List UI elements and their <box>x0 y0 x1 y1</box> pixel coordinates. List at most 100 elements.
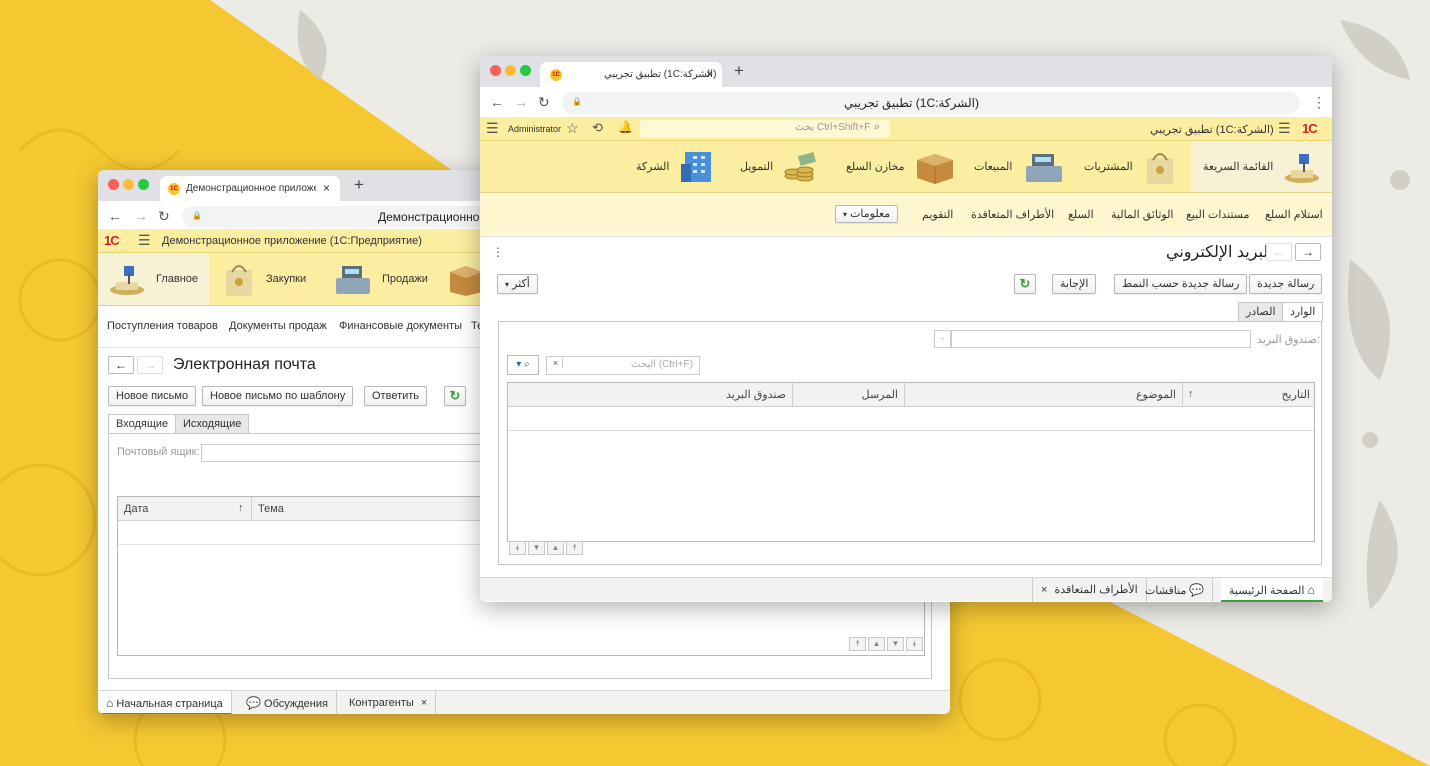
new-tab-button[interactable]: + <box>734 61 744 81</box>
back-nav-button[interactable]: ← <box>108 356 134 374</box>
section-warehouse[interactable]: مخازن السلع <box>846 141 955 192</box>
table-search-field[interactable]: × البحث (Ctrl+F) <box>546 356 700 375</box>
mailbox-clear-button[interactable]: - <box>934 330 951 348</box>
forward-nav-button[interactable]: → <box>137 356 163 374</box>
scroll-up-button[interactable]: ▲ <box>868 637 885 651</box>
command-calendar[interactable]: التقويم <box>922 208 953 221</box>
section-quick-menu[interactable]: القائمة السريعة <box>1191 141 1332 192</box>
command-counterparties[interactable]: الأطراف المتعاقدة <box>971 208 1054 221</box>
home-tab-label: الصفحة الرئيسية <box>1229 585 1305 597</box>
reload-icon[interactable]: ↻ <box>158 208 170 225</box>
close-window-button[interactable] <box>490 65 501 76</box>
new-by-template-button[interactable]: Новое письмо по шаблону <box>202 386 354 406</box>
column-mailbox[interactable]: صندوق البريد <box>508 383 792 407</box>
mailbox-field[interactable] <box>201 444 501 462</box>
app-header: ☰ Administrator ☆ ⟲ 🔔 بحث Ctrl+Shift+F ⌕… <box>480 117 1332 141</box>
section-purchases[interactable]: Закупки <box>222 253 306 305</box>
forward-nav-button[interactable]: → <box>1295 243 1321 261</box>
section-sales[interactable]: Продажи <box>332 253 428 305</box>
history-icon[interactable]: ⟲ <box>592 120 603 136</box>
favorites-star-icon[interactable]: ☆ <box>566 120 579 137</box>
column-date[interactable]: التاريخ <box>1182 383 1316 407</box>
scroll-top-button[interactable]: ⯭ <box>566 541 583 555</box>
new-by-template-button[interactable]: رسالة جديدة حسب النمط <box>1114 274 1248 294</box>
tab-home-page[interactable]: ⌂ Начальная страница <box>98 691 232 714</box>
scroll-up-button[interactable]: ▲ <box>547 541 564 555</box>
close-tab-icon[interactable]: × <box>421 697 427 709</box>
reload-icon[interactable]: ↻ <box>538 94 550 111</box>
command-financial-documents[interactable]: Финансовые документы <box>339 320 462 332</box>
close-window-button[interactable] <box>108 179 119 190</box>
tab-discussions[interactable]: مناقشات 💬 <box>1137 578 1214 602</box>
command-sales-documents[interactable]: Документы продаж <box>229 320 327 332</box>
notifications-bell-icon[interactable]: 🔔 <box>618 120 633 134</box>
address-bar[interactable]: 🔒 تطبيق تجريبي (1C:الشركة) <box>562 92 1300 114</box>
back-nav-button[interactable]: ← <box>1266 243 1292 261</box>
tab-incoming[interactable]: Входящие <box>108 414 177 434</box>
section-main[interactable]: Главное <box>98 253 210 305</box>
forward-arrow-icon[interactable]: → <box>134 208 148 224</box>
close-tab-icon[interactable]: × <box>1041 584 1047 596</box>
more-label: أكثر <box>512 278 530 290</box>
scroll-top-button[interactable]: ⯭ <box>849 637 866 651</box>
clear-search-icon[interactable]: × <box>549 358 563 368</box>
maximize-window-button[interactable] <box>138 179 149 190</box>
tab-incoming[interactable]: الوارد <box>1282 302 1324 322</box>
browser-tab[interactable]: 1C Демонстрационное приложе × <box>160 176 340 201</box>
mailbox-field[interactable] <box>951 330 1251 348</box>
forward-arrow-icon[interactable]: → <box>514 94 528 110</box>
tab-outgoing[interactable]: Исходящие <box>175 414 250 434</box>
new-letter-button[interactable]: رسالة جديدة <box>1249 274 1323 294</box>
table-row[interactable] <box>508 407 1314 431</box>
command-goods[interactable]: السلع <box>1068 208 1094 221</box>
scroll-down-button[interactable]: ▼ <box>528 541 545 555</box>
hamburger-menu-icon[interactable]: ☰ <box>1278 120 1291 137</box>
maximize-window-button[interactable] <box>520 65 531 76</box>
close-tab-icon[interactable]: × <box>706 67 713 81</box>
scroll-bottom-button[interactable]: ⯯ <box>906 637 923 651</box>
section-sales[interactable]: المبيعات <box>974 141 1064 192</box>
column-date[interactable]: Дата <box>118 497 251 521</box>
scroll-down-button[interactable]: ▼ <box>887 637 904 651</box>
reply-button[interactable]: الإجابة <box>1052 274 1097 294</box>
user-name[interactable]: Administrator <box>508 124 561 134</box>
close-tab-icon[interactable]: × <box>323 181 330 195</box>
hamburger-menu-icon[interactable]: ☰ <box>138 232 151 249</box>
column-subject[interactable]: الموضوع <box>904 383 1182 407</box>
form-more-actions-icon[interactable]: ⋮ <box>492 245 504 259</box>
desktop-background: 1C Демонстрационное приложе × + ← → ↻ 🔒 … <box>0 0 1430 766</box>
back-arrow-icon[interactable]: ← <box>108 208 122 224</box>
reply-button[interactable]: Ответить <box>364 386 428 406</box>
refresh-icon[interactable]: ↻ <box>444 386 466 406</box>
command-goods-receipt[interactable]: استلام السلع <box>1265 208 1323 221</box>
section-purchases[interactable]: المشتريات <box>1084 141 1177 192</box>
refresh-icon[interactable]: ↻ <box>1014 274 1036 294</box>
search-options-button[interactable]: ▾ ⌕ <box>507 355 539 375</box>
command-goods-receipt[interactable]: Поступления товаров <box>107 320 218 332</box>
back-arrow-icon[interactable]: ← <box>490 94 504 110</box>
section-finance[interactable]: التمويل <box>740 141 819 192</box>
tab-home-page[interactable]: الصفحة الرئيسية ⌂ <box>1221 578 1323 602</box>
functions-menu-icon[interactable]: ☰ <box>486 120 499 137</box>
counterparties-tab-label: Контрагенты <box>349 697 414 709</box>
more-button[interactable]: ▾ أكثر <box>497 274 538 294</box>
browser-tab[interactable]: 1C تطبيق تجريبي (1C:الشركة) × <box>540 62 722 87</box>
section-company[interactable]: الشركة <box>636 141 715 192</box>
minimize-window-button[interactable] <box>505 65 516 76</box>
global-search-field[interactable]: بحث Ctrl+Shift+F ⌕ <box>640 120 890 138</box>
new-tab-button[interactable]: + <box>354 175 364 195</box>
tab-discussions[interactable]: 💬 Обсуждения <box>238 691 337 714</box>
new-letter-button[interactable]: Новое письмо <box>108 386 197 406</box>
info-menu-button[interactable]: ▾ معلومات <box>835 205 899 223</box>
tab-counterparties[interactable]: Контрагенты × <box>341 691 437 714</box>
section-warehouse-partial[interactable] <box>448 253 484 305</box>
table-header: صندوق البريد المرسل الموضوع التاريخ ↑ <box>508 383 1314 407</box>
column-sender[interactable]: المرسل <box>792 383 904 407</box>
command-financial-documents[interactable]: الوثائق المالية <box>1111 208 1173 221</box>
tab-outgoing[interactable]: الصادر <box>1238 302 1284 322</box>
tab-counterparties[interactable]: × الأطراف المتعاقدة <box>1032 578 1147 602</box>
browser-menu-icon[interactable]: ⋮ <box>1312 94 1326 111</box>
command-sales-documents[interactable]: مستندات البيع <box>1186 208 1250 221</box>
scroll-bottom-button[interactable]: ⯯ <box>509 541 526 555</box>
minimize-window-button[interactable] <box>123 179 134 190</box>
